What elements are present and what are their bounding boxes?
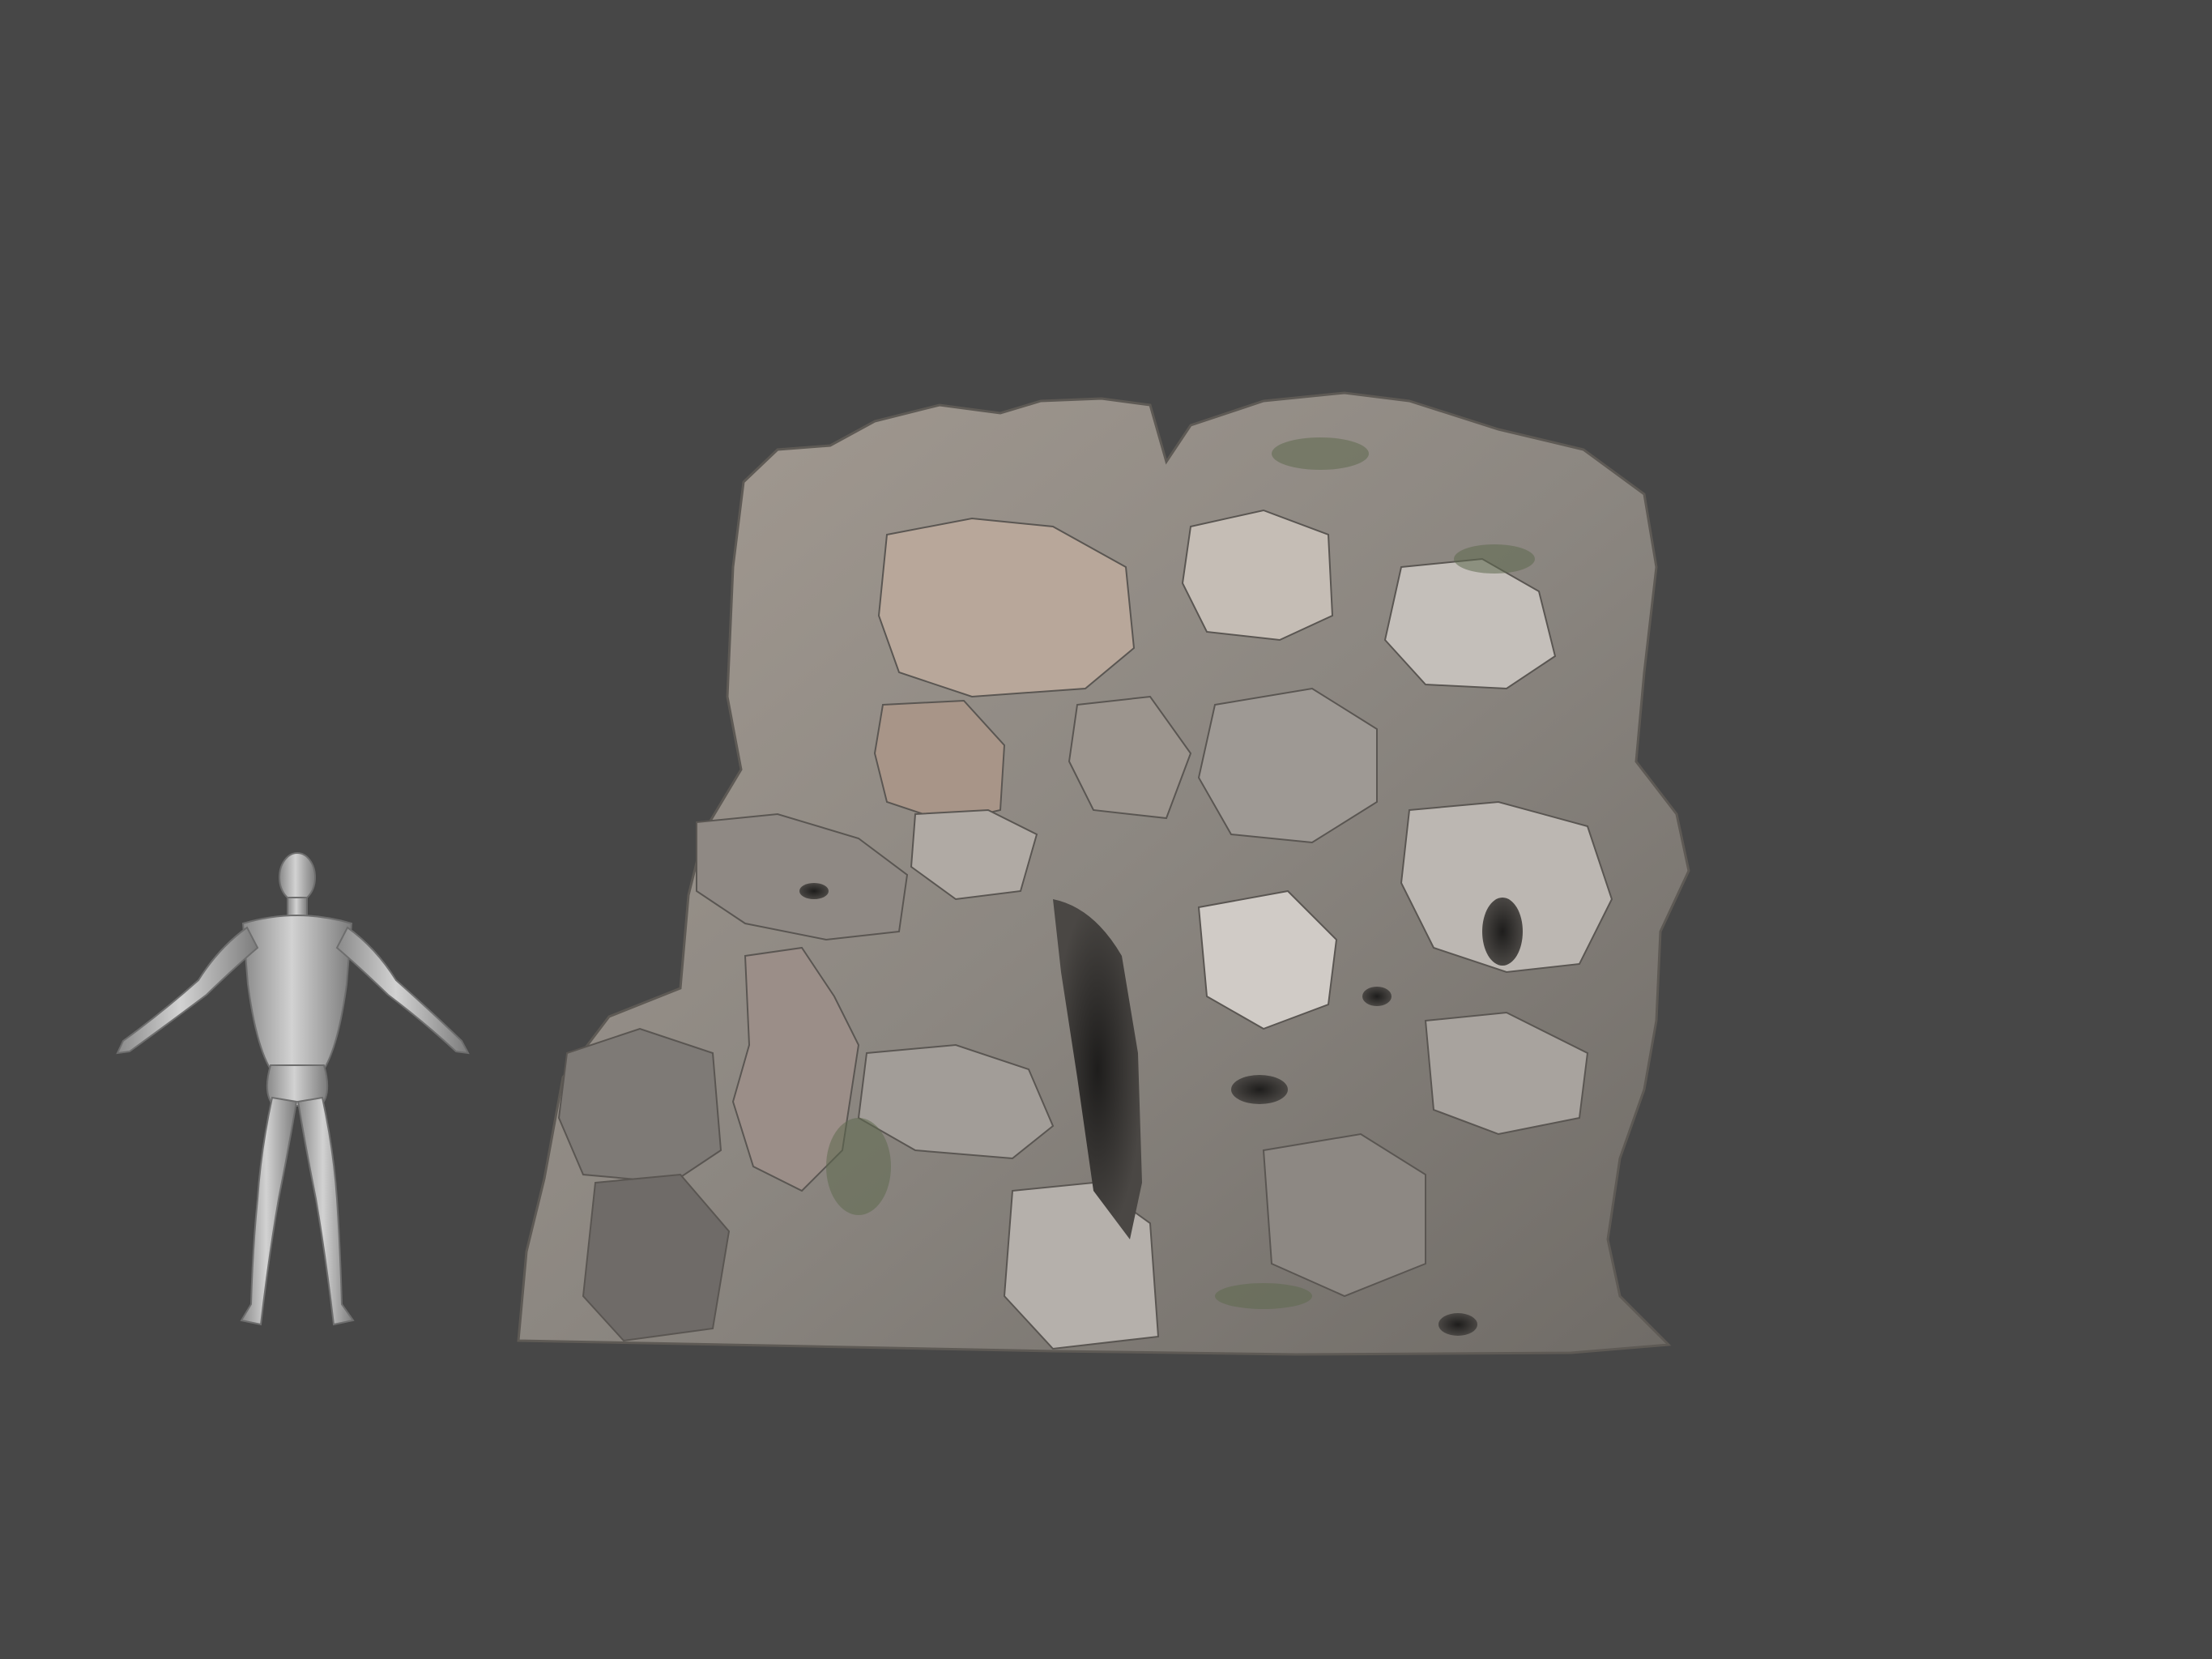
3d-viewport [0,0,2212,1659]
human-head [279,852,316,902]
human-arm-left [116,926,259,1055]
human-leg-right [296,1096,355,1326]
scene-canvas [116,391,1690,1356]
rock-wall-scan[interactable] [517,391,1690,1356]
human-leg-left [240,1096,298,1326]
human-torso [241,915,353,1070]
human-arm-right [335,926,470,1055]
human-scale-reference[interactable] [116,852,470,1326]
